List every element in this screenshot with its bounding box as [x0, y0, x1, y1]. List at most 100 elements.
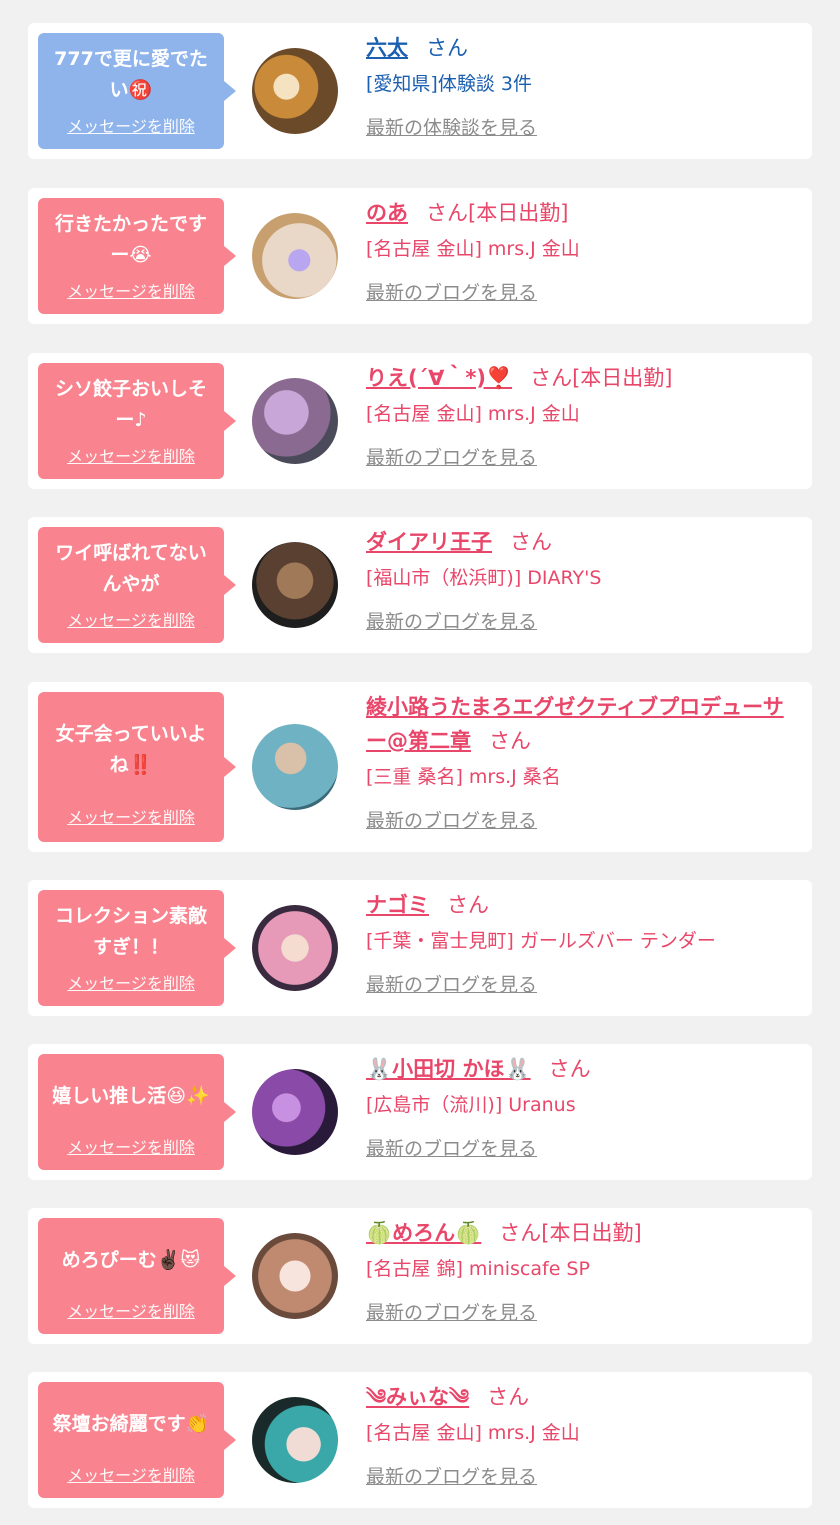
status-badge: [本日出勤]: [572, 366, 673, 390]
delete-message-link[interactable]: メッセージを削除: [46, 113, 216, 137]
honorific: さん: [426, 36, 468, 60]
avatar[interactable]: [252, 905, 338, 991]
message-bubble: 行きたかったですー😭 メッセージを削除: [38, 198, 236, 314]
sender-info: ༄みぃな༄ さん [名古屋 金山] mrs.J 金山 最新のブログを見る: [366, 1380, 798, 1489]
sender-info: 綾小路うたまろエグゼクティブプロデューサー@第二章 さん [三重 桑名] mrs.…: [366, 690, 798, 833]
shop-info: [広島市（流川)] Uranus: [366, 1094, 576, 1116]
message-bubble: コレクション素敵すぎ！！ メッセージを削除: [38, 890, 236, 1006]
latest-post-link[interactable]: 最新のブログを見る: [366, 1298, 537, 1325]
message-card: 女子会っていいよね‼️ メッセージを削除 綾小路うたまろエグゼクティブプロデュー…: [28, 682, 812, 852]
sender-info: 🐰小田切 かほ🐰 さん [広島市（流川)] Uranus 最新のブログを見る: [366, 1052, 798, 1161]
sender-name-link[interactable]: ༄みぃな༄: [366, 1385, 469, 1409]
latest-post-link[interactable]: 最新のブログを見る: [366, 970, 537, 997]
honorific: さん: [487, 1385, 530, 1409]
delete-message-link[interactable]: メッセージを削除: [46, 970, 216, 994]
sender-name-line: 六太 さん: [366, 31, 798, 65]
honorific: さん: [447, 893, 489, 917]
shop-info: [名古屋 金山] mrs.J 金山: [366, 238, 580, 260]
sender-name-line: 🍈めろん🍈 さん[本日出勤]: [366, 1216, 798, 1250]
sender-name-link[interactable]: のあ: [366, 201, 408, 225]
message-text: コレクション素敵すぎ！！: [54, 905, 207, 958]
delete-message-link[interactable]: メッセージを削除: [46, 278, 216, 302]
sender-name-link[interactable]: ダイアリ王子: [366, 530, 492, 554]
message-text: シソ餃子おいしそー♪: [54, 378, 207, 431]
message-text: 女子会っていいよね‼️: [55, 723, 207, 776]
sender-name-line: ナゴミ さん: [366, 888, 798, 922]
sender-name-line: 綾小路うたまろエグゼクティブプロデューサー@第二章 さん: [366, 690, 798, 758]
message-card: シソ餃子おいしそー♪ メッセージを削除 りえ(´∀｀*)❣️ さん[本日出勤] […: [28, 353, 812, 489]
message-bubble: シソ餃子おいしそー♪ メッセージを削除: [38, 363, 236, 479]
avatar[interactable]: [252, 213, 338, 299]
delete-message-link[interactable]: メッセージを削除: [46, 607, 216, 631]
shop-info: [愛知県]体験談 3件: [366, 73, 532, 95]
delete-message-link[interactable]: メッセージを削除: [46, 804, 216, 828]
latest-post-link[interactable]: 最新のブログを見る: [366, 1134, 537, 1161]
shop-info: [名古屋 金山] mrs.J 金山: [366, 1422, 580, 1444]
honorific: さん: [510, 530, 552, 554]
message-bubble: 女子会っていいよね‼️ メッセージを削除: [38, 692, 236, 842]
status-badge: [本日出勤]: [541, 1221, 642, 1245]
delete-message-link[interactable]: メッセージを削除: [46, 1462, 216, 1486]
sender-name-link[interactable]: ナゴミ: [366, 893, 429, 917]
message-card: ワイ呼ばれてないんやが メッセージを削除 ダイアリ王子 さん [福山市（松浜町)]…: [28, 517, 812, 653]
shop-info: [名古屋 錦] miniscafe SP: [366, 1258, 590, 1280]
message-text: 行きたかったですー😭: [54, 213, 207, 266]
latest-post-link[interactable]: 最新のブログを見る: [366, 806, 537, 833]
honorific: さん: [489, 729, 531, 753]
message-card: 行きたかったですー😭 メッセージを削除 のあ さん[本日出勤] [名古屋 金山] …: [28, 188, 812, 324]
sender-name-link[interactable]: 六太: [366, 36, 408, 60]
honorific: さん: [499, 1221, 542, 1245]
sender-name-line: 🐰小田切 かほ🐰 さん: [366, 1052, 798, 1086]
avatar[interactable]: [252, 724, 338, 810]
message-bubble: 祭壇お綺麗です👏 メッセージを削除: [38, 1382, 236, 1498]
shop-info: [名古屋 金山] mrs.J 金山: [366, 403, 580, 425]
sender-name-line: ༄みぃな༄ さん: [366, 1380, 798, 1414]
message-bubble: ワイ呼ばれてないんやが メッセージを削除: [38, 527, 236, 643]
latest-post-link[interactable]: 最新の体験談を見る: [366, 113, 537, 140]
delete-message-link[interactable]: メッセージを削除: [46, 1134, 216, 1158]
shop-info: [千葉・富士見町] ガールズバー テンダー: [366, 930, 716, 952]
message-card: めろぴーむ✌🏿😻 メッセージを削除 🍈めろん🍈 さん[本日出勤] [名古屋 錦] …: [28, 1208, 812, 1344]
message-text: 祭壇お綺麗です👏: [52, 1412, 210, 1435]
avatar[interactable]: [252, 1069, 338, 1155]
sender-name-line: りえ(´∀｀*)❣️ さん[本日出勤]: [366, 361, 798, 395]
sender-info: ダイアリ王子 さん [福山市（松浜町)] DIARY'S 最新のブログを見る: [366, 525, 798, 634]
avatar[interactable]: [252, 48, 338, 134]
delete-message-link[interactable]: メッセージを削除: [46, 443, 216, 467]
sender-info: のあ さん[本日出勤] [名古屋 金山] mrs.J 金山 最新のブログを見る: [366, 196, 798, 305]
sender-name-link[interactable]: りえ(´∀｀*)❣️: [366, 366, 512, 390]
latest-post-link[interactable]: 最新のブログを見る: [366, 1462, 537, 1489]
message-bubble: めろぴーむ✌🏿😻 メッセージを削除: [38, 1218, 236, 1334]
shop-info: [福山市（松浜町)] DIARY'S: [366, 567, 602, 589]
message-card: 嬉しい推し活😆✨ メッセージを削除 🐰小田切 かほ🐰 さん [広島市（流川)] U…: [28, 1044, 812, 1180]
message-text: めろぴーむ✌🏿😻: [61, 1248, 201, 1271]
sender-info: ナゴミ さん [千葉・富士見町] ガールズバー テンダー 最新のブログを見る: [366, 888, 798, 997]
message-card: 祭壇お綺麗です👏 メッセージを削除 ༄みぃな༄ さん [名古屋 金山] mrs.J…: [28, 1372, 812, 1508]
sender-info: 六太 さん [愛知県]体験談 3件 最新の体験談を見る: [366, 31, 798, 140]
message-text: 777で更に愛でたい㊗️: [54, 48, 208, 101]
sender-name-link[interactable]: 綾小路うたまろエグゼクティブプロデューサー@第二章: [366, 695, 784, 753]
sender-name-link[interactable]: 🐰小田切 かほ🐰: [366, 1057, 531, 1081]
message-card: コレクション素敵すぎ！！ メッセージを削除 ナゴミ さん [千葉・富士見町] ガー…: [28, 880, 812, 1016]
latest-post-link[interactable]: 最新のブログを見る: [366, 607, 537, 634]
message-text: ワイ呼ばれてないんやが: [55, 542, 207, 595]
sender-name-line: のあ さん[本日出勤]: [366, 196, 798, 230]
honorific: さん: [426, 201, 468, 225]
shop-info: [三重 桑名] mrs.J 桑名: [366, 766, 561, 788]
message-bubble: 777で更に愛でたい㊗️ メッセージを削除: [38, 33, 236, 149]
avatar[interactable]: [252, 1233, 338, 1319]
delete-message-link[interactable]: メッセージを削除: [46, 1298, 216, 1322]
message-text: 嬉しい推し活😆✨: [52, 1084, 210, 1107]
latest-post-link[interactable]: 最新のブログを見る: [366, 443, 537, 470]
message-bubble: 嬉しい推し活😆✨ メッセージを削除: [38, 1054, 236, 1170]
avatar[interactable]: [252, 378, 338, 464]
sender-info: 🍈めろん🍈 さん[本日出勤] [名古屋 錦] miniscafe SP 最新のブロ…: [366, 1216, 798, 1325]
status-badge: [本日出勤]: [468, 201, 569, 225]
message-card: 777で更に愛でたい㊗️ メッセージを削除 六太 さん [愛知県]体験談 3件 最…: [28, 23, 812, 159]
sender-name-link[interactable]: 🍈めろん🍈: [366, 1221, 481, 1245]
latest-post-link[interactable]: 最新のブログを見る: [366, 278, 537, 305]
avatar[interactable]: [252, 1397, 338, 1483]
sender-name-line: ダイアリ王子 さん: [366, 525, 798, 559]
sender-info: りえ(´∀｀*)❣️ さん[本日出勤] [名古屋 金山] mrs.J 金山 最新の…: [366, 361, 798, 470]
avatar[interactable]: [252, 542, 338, 628]
